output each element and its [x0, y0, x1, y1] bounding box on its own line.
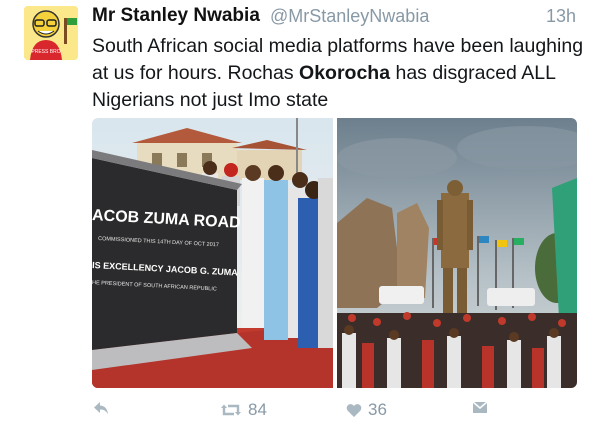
tweet-timestamp[interactable]: 13h — [546, 6, 576, 27]
retweet-icon — [221, 404, 241, 416]
like-count: 36 — [368, 400, 387, 419]
photo-road-sign[interactable]: ACOB ZUMA ROAD COMMISSIONED THIS 14TH DA… — [92, 118, 333, 388]
avatar[interactable]: PRESS BRO — [24, 6, 78, 60]
photo-statue[interactable] — [337, 118, 577, 388]
avatar-badge: PRESS BRO — [31, 49, 60, 55]
heart-icon — [346, 403, 362, 417]
retweet-button[interactable]: 84 — [220, 400, 267, 420]
tweet-header: Mr Stanley Nwabia @MrStanleyNwabia 13h — [92, 5, 582, 29]
tweet-actions: 84 36 — [92, 394, 582, 424]
direct-message-icon — [472, 401, 488, 413]
avatar-illustration: PRESS BRO — [24, 6, 78, 60]
author-name[interactable]: Mr Stanley Nwabia — [92, 5, 260, 27]
reply-icon — [94, 402, 108, 414]
author-handle[interactable]: @MrStanleyNwabia — [270, 6, 429, 27]
reply-button[interactable] — [92, 400, 110, 416]
like-button[interactable]: 36 — [346, 400, 387, 420]
tweet-text-bold[interactable]: Okorocha — [299, 62, 390, 84]
tweet-media[interactable]: ACOB ZUMA ROAD COMMISSIONED THIS 14TH DA… — [92, 118, 577, 388]
direct-message-button[interactable] — [472, 400, 488, 414]
retweet-count: 84 — [248, 400, 267, 419]
tweet-text: South African social media platforms hav… — [92, 33, 592, 114]
